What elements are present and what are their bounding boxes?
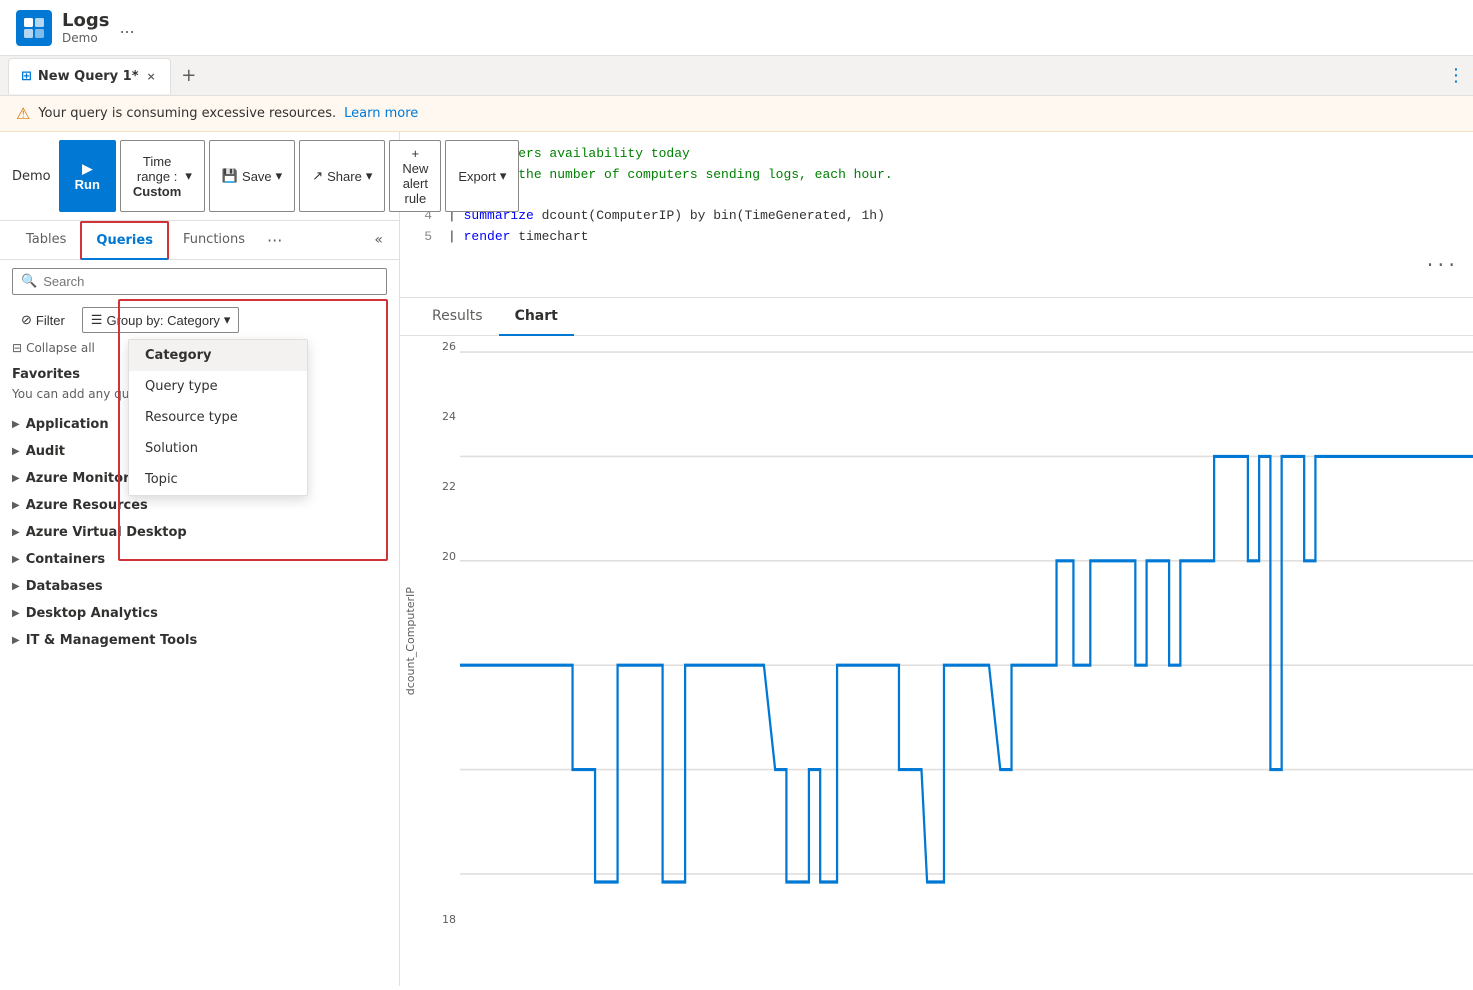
search-input[interactable] xyxy=(43,274,378,289)
tab-settings-button[interactable]: ⋮ xyxy=(1447,65,1465,86)
tab-bar: ⊞ New Query 1* × + ⋮ xyxy=(0,56,1473,96)
app-logo xyxy=(16,10,52,46)
save-chevron-icon: ▾ xyxy=(276,168,283,184)
save-icon: 💾 xyxy=(222,168,238,184)
share-chevron-icon: ▾ xyxy=(366,168,373,184)
sidebar-collapse-button[interactable]: « xyxy=(370,224,387,256)
save-button[interactable]: 💾 Save ▾ xyxy=(209,140,295,212)
group-by-button[interactable]: ☰ Group by: Category ▾ xyxy=(82,307,240,333)
y-tick-20: 20 xyxy=(400,550,456,563)
group-icon: ☰ xyxy=(91,312,103,328)
chevron-right-icon: ▶ xyxy=(12,554,20,565)
sidebar-tabs-more[interactable]: ··· xyxy=(263,223,286,258)
filter-label: Filter xyxy=(36,313,65,328)
main-layout: Demo ▶ Run Time range : Custom ▾ 💾 Save … xyxy=(0,132,1473,986)
top-bar: Logs Demo ... xyxy=(0,0,1473,56)
chevron-right-icon: ▶ xyxy=(12,473,20,484)
y-tick-26: 26 xyxy=(400,340,456,353)
chart-svg: 26 24 22 20 18 xyxy=(460,336,1473,946)
app-menu-button[interactable]: ... xyxy=(119,18,134,37)
dropdown-item-solution[interactable]: Solution xyxy=(129,433,307,464)
chevron-right-icon: ▶ xyxy=(12,446,20,457)
dropdown-item-query-type[interactable]: Query type xyxy=(129,371,307,402)
tab-label: New Query 1* xyxy=(38,69,139,84)
results-tabs: Results Chart xyxy=(400,298,1473,336)
y-tick-24: 24 xyxy=(400,410,456,423)
query-tab[interactable]: ⊞ New Query 1* × xyxy=(8,58,171,94)
search-bar[interactable]: 🔍 xyxy=(12,268,387,295)
sidebar-tab-queries[interactable]: Queries xyxy=(80,221,169,260)
warning-icon: ⚠ xyxy=(16,104,30,123)
editor-more-options[interactable]: ··· xyxy=(416,248,1457,285)
sidebar-tabs: Tables Queries Functions ··· « xyxy=(0,221,399,260)
group-by-dropdown: Category Query type Resource type Soluti… xyxy=(128,339,308,496)
time-range-text: Time range : Custom xyxy=(133,154,181,199)
run-button[interactable]: ▶ Run xyxy=(59,140,116,212)
filter-group-row: ⊘ Filter ☰ Group by: Category ▾ Category… xyxy=(0,303,399,337)
export-button[interactable]: Export ▾ xyxy=(445,140,519,212)
section-it-management[interactable]: ▶ IT & Management Tools xyxy=(0,627,399,654)
filter-button[interactable]: ⊘ Filter xyxy=(12,307,74,333)
toolbar-actions: ▶ Run Time range : Custom ▾ 💾 Save ▾ ↗ S… xyxy=(59,140,520,212)
code-line-2: 2 // Chart the number of computers sendi… xyxy=(416,165,1457,186)
new-alert-button[interactable]: + New alert rule xyxy=(389,140,441,212)
app-subtitle: Demo xyxy=(62,31,109,45)
y-tick-22: 22 xyxy=(400,480,456,493)
right-panel: 1 // Computers availability today 2 // C… xyxy=(400,132,1473,986)
app-title: Logs xyxy=(62,10,109,31)
sidebar-tab-tables[interactable]: Tables xyxy=(12,222,80,259)
warning-bar: ⚠ Your query is consuming excessive reso… xyxy=(0,96,1473,132)
code-line-1: 1 // Computers availability today xyxy=(416,144,1457,165)
dropdown-item-topic[interactable]: Topic xyxy=(129,464,307,495)
results-tab-chart[interactable]: Chart xyxy=(499,298,574,336)
scope-label: Demo xyxy=(12,169,51,184)
code-line-4: 4 | summarize dcount(ComputerIP) by bin(… xyxy=(416,206,1457,227)
chevron-right-icon: ▶ xyxy=(12,635,20,646)
section-databases[interactable]: ▶ Databases xyxy=(0,573,399,600)
group-by-label: Group by: Category xyxy=(106,313,219,328)
dropdown-item-category[interactable]: Category xyxy=(129,340,307,371)
warning-message: Your query is consuming excessive resour… xyxy=(38,106,336,121)
chevron-down-icon: ▾ xyxy=(185,168,192,184)
chart-inner: dcount_ComputerIP 26 24 22 20 1 xyxy=(400,336,1473,986)
add-tab-button[interactable]: + xyxy=(175,62,203,90)
y-axis-label: dcount_ComputerIP xyxy=(404,336,417,946)
code-line-3: 3 Heartbeat xyxy=(416,186,1457,207)
tab-icon: ⊞ xyxy=(21,69,32,84)
share-button[interactable]: ↗ Share ▾ xyxy=(299,140,385,212)
time-range-button[interactable]: Time range : Custom ▾ xyxy=(120,140,205,212)
collapse-icon: ⊟ xyxy=(12,341,22,355)
collapse-label: Collapse all xyxy=(26,341,95,355)
chevron-right-icon: ▶ xyxy=(12,581,20,592)
chevron-right-icon: ▶ xyxy=(12,608,20,619)
chevron-right-icon: ▶ xyxy=(12,500,20,511)
chart-area: dcount_ComputerIP 26 24 22 20 1 xyxy=(400,336,1473,986)
export-chevron-icon: ▾ xyxy=(500,168,507,184)
sidebar: Demo ▶ Run Time range : Custom ▾ 💾 Save … xyxy=(0,132,400,986)
code-line-5: 5 | render timechart xyxy=(416,227,1457,248)
chevron-right-icon: ▶ xyxy=(12,527,20,538)
chevron-right-icon: ▶ xyxy=(12,419,20,430)
learn-more-link[interactable]: Learn more xyxy=(344,106,418,121)
filter-icon: ⊘ xyxy=(21,312,32,328)
search-icon: 🔍 xyxy=(21,274,37,289)
code-editor[interactable]: 1 // Computers availability today 2 // C… xyxy=(400,132,1473,298)
y-tick-18: 18 xyxy=(400,913,456,926)
section-azure-virtual-desktop[interactable]: ▶ Azure Virtual Desktop xyxy=(0,519,399,546)
results-tab-results[interactable]: Results xyxy=(416,298,499,336)
sidebar-tab-functions[interactable]: Functions xyxy=(169,222,259,259)
section-desktop-analytics[interactable]: ▶ Desktop Analytics xyxy=(0,600,399,627)
sidebar-toolbar: Demo ▶ Run Time range : Custom ▾ 💾 Save … xyxy=(0,132,399,221)
tab-close-button[interactable]: × xyxy=(145,68,158,85)
dropdown-item-resource-type[interactable]: Resource type xyxy=(129,402,307,433)
share-icon: ↗ xyxy=(312,168,323,184)
group-by-chevron-icon: ▾ xyxy=(224,312,231,328)
section-containers[interactable]: ▶ Containers xyxy=(0,546,399,573)
